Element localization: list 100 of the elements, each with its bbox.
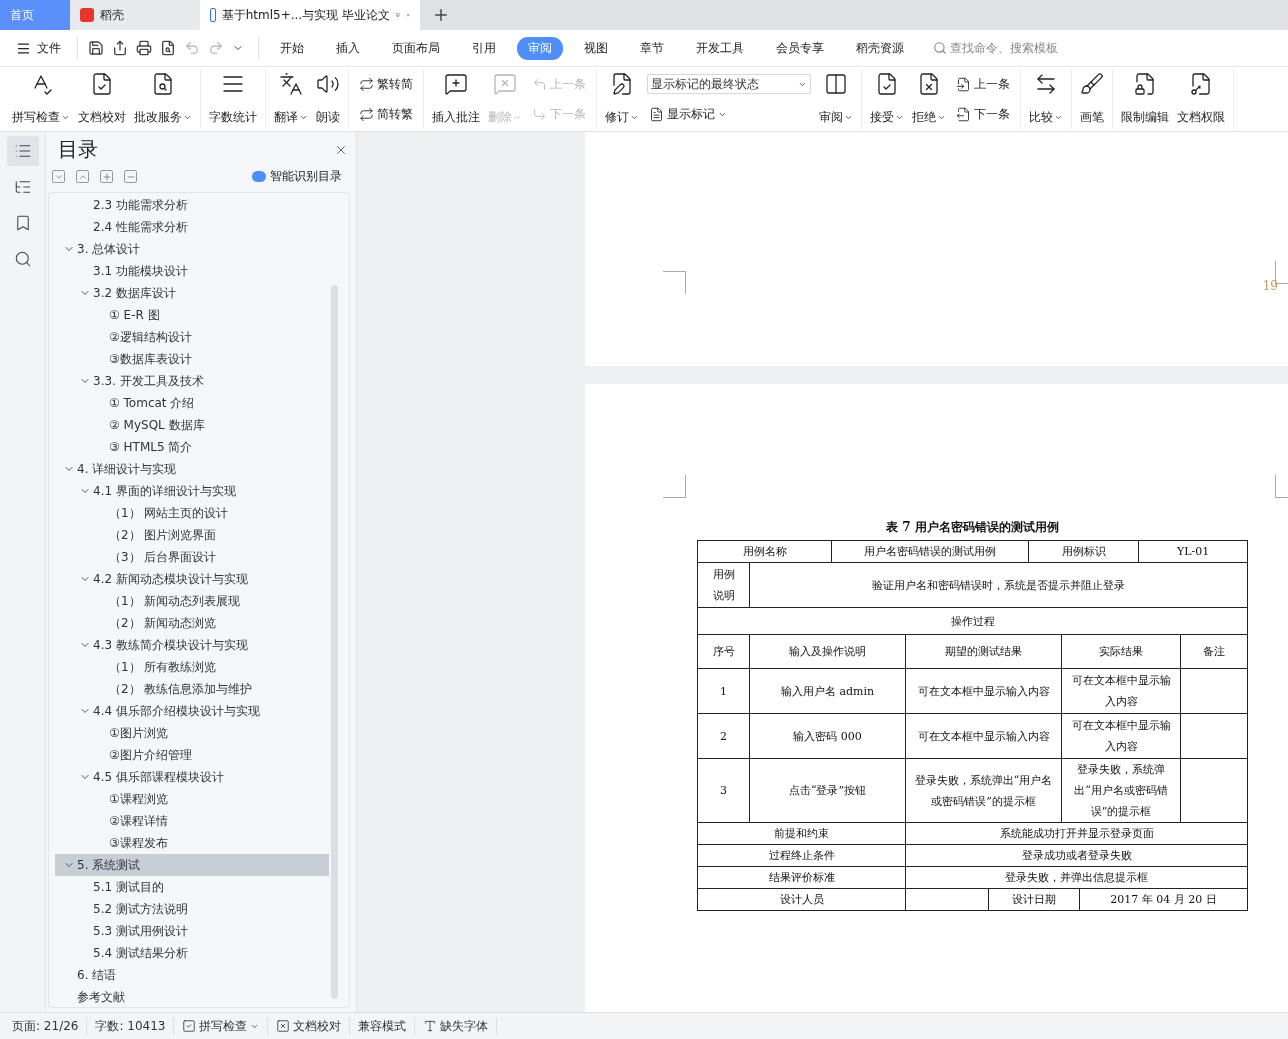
toc-item[interactable]: 4.3 教练简介模块设计与实现 bbox=[55, 634, 329, 656]
ribbon-button[interactable]: 拒绝 bbox=[908, 69, 950, 129]
search-icon bbox=[933, 41, 947, 55]
ribbon-button[interactable]: 限制编辑 bbox=[1117, 69, 1173, 129]
toc-item[interactable]: 3.1 功能模块设计 bbox=[55, 260, 329, 282]
ribbon-button[interactable]: 繁转简 bbox=[357, 74, 415, 94]
ribbon-button[interactable]: 下一条 bbox=[954, 104, 1012, 124]
toc-item[interactable]: 4.1 界面的详细设计与实现 bbox=[55, 480, 329, 502]
ribbon-tab[interactable]: 会员专享 bbox=[765, 36, 835, 60]
toc-item[interactable]: ① E-R 图 bbox=[55, 304, 329, 326]
toc-item[interactable]: （1） 网站主页的设计 bbox=[55, 502, 329, 524]
ribbon-button[interactable]: 翻译 bbox=[270, 69, 312, 129]
export-icon[interactable] bbox=[112, 40, 128, 56]
scrollbar-thumb[interactable] bbox=[331, 285, 338, 999]
caret-icon bbox=[1054, 113, 1063, 122]
collapse-icon[interactable] bbox=[76, 170, 89, 183]
markup-select[interactable]: 显示标记的最终状态 bbox=[647, 74, 811, 95]
document-tab[interactable]: 基于html5+...与实现 毕业论文 bbox=[200, 0, 420, 30]
ribbon-tab[interactable]: 开始 bbox=[269, 36, 315, 60]
toc-item[interactable]: （1） 所有教练浏览 bbox=[55, 656, 329, 678]
save-icon[interactable] bbox=[88, 40, 104, 56]
ribbon-tab[interactable]: 页面布局 bbox=[381, 36, 451, 60]
print-icon[interactable] bbox=[136, 40, 152, 56]
panel-title: 目录 bbox=[58, 136, 98, 163]
expand-icon[interactable] bbox=[52, 170, 65, 183]
ribbon-button[interactable]: 拼写检查 bbox=[8, 69, 74, 129]
ribbon-tab[interactable]: 插入 bbox=[325, 36, 371, 60]
toc-item[interactable]: ② MySQL 数据库 bbox=[55, 414, 329, 436]
smart-toc-button[interactable]: 智能识别目录 bbox=[246, 167, 348, 186]
toc-item[interactable]: 5.2 测试方法说明 bbox=[55, 898, 329, 920]
toc-item[interactable]: 4.2 新闻动态模块设计与实现 bbox=[55, 568, 329, 590]
ribbon-button[interactable]: 字数统计 bbox=[205, 69, 261, 129]
ribbon-button[interactable]: 画笔 bbox=[1076, 69, 1108, 129]
redo-icon[interactable] bbox=[208, 40, 224, 56]
document-out-icon bbox=[956, 106, 971, 122]
table-cell: 可在文本框中显示输入内容 bbox=[1061, 713, 1181, 759]
ribbon-button[interactable]: 显示标记 bbox=[647, 104, 811, 124]
undo-icon[interactable] bbox=[184, 40, 200, 56]
ribbon-button[interactable]: 审阅 bbox=[815, 69, 857, 129]
toc-item[interactable]: ③ HTML5 简介 bbox=[55, 436, 329, 458]
toc-item[interactable]: 4.4 俱乐部介绍模块设计与实现 bbox=[55, 700, 329, 722]
toc-item[interactable]: 4. 详细设计与实现 bbox=[55, 458, 329, 480]
toc-item[interactable]: ③数据库表设计 bbox=[55, 348, 329, 370]
status-item[interactable]: 文档校对 bbox=[268, 1017, 351, 1035]
toc-item[interactable]: ②逻辑结构设计 bbox=[55, 326, 329, 348]
toc-item[interactable]: ②课程详情 bbox=[55, 810, 329, 832]
status-item[interactable]: 兼容模式 bbox=[350, 1017, 416, 1035]
ribbon-tab[interactable]: 开发工具 bbox=[685, 36, 755, 60]
ribbon-tab[interactable]: 视图 bbox=[573, 36, 619, 60]
ribbon-button[interactable]: 文档校对 bbox=[74, 69, 130, 129]
toc-item[interactable]: 5.3 测试用例设计 bbox=[55, 920, 329, 942]
toc-item[interactable]: 2.3 功能需求分析 bbox=[55, 194, 329, 216]
toc-item[interactable]: 5.4 测试结果分析 bbox=[55, 942, 329, 964]
ribbon-tab[interactable]: 稻壳资源 bbox=[845, 36, 915, 60]
toc-item[interactable]: （2） 新闻动态浏览 bbox=[55, 612, 329, 634]
ribbon-button[interactable]: 上一条 bbox=[954, 74, 1012, 94]
toc-item[interactable]: ③课程发布 bbox=[55, 832, 329, 854]
toc-item[interactable]: （2） 图片浏览界面 bbox=[55, 524, 329, 546]
caret-icon bbox=[630, 113, 639, 122]
search-field[interactable]: 查找命令、搜索模板 bbox=[933, 39, 1058, 57]
status-item[interactable]: 页面: 21/26 bbox=[4, 1017, 88, 1035]
toc-icon[interactable] bbox=[6, 136, 39, 166]
toc-item[interactable]: 5. 系统测试 bbox=[55, 854, 329, 876]
ribbon-tab[interactable]: 章节 bbox=[629, 36, 675, 60]
toc-item[interactable]: ① Tomcat 介绍 bbox=[55, 392, 329, 414]
toc-item[interactable]: 4.5 俱乐部课程模块设计 bbox=[55, 766, 329, 788]
toc-item[interactable]: （1） 新闻动态列表展现 bbox=[55, 590, 329, 612]
new-tab-icon[interactable] bbox=[432, 6, 450, 24]
toc-item[interactable]: 2.4 性能需求分析 bbox=[55, 216, 329, 238]
file-menu[interactable]: 文件 bbox=[10, 39, 67, 57]
toc-item[interactable]: 参考文献 bbox=[55, 986, 329, 1007]
status-item[interactable]: 字数: 10413 bbox=[87, 1017, 175, 1035]
toc-item[interactable]: 3.2 数据库设计 bbox=[55, 282, 329, 304]
preview-icon[interactable] bbox=[160, 40, 176, 56]
toc-item[interactable]: ①课程浏览 bbox=[55, 788, 329, 810]
toc-item[interactable]: （3） 后台界面设计 bbox=[55, 546, 329, 568]
ribbon-button[interactable]: 修订 bbox=[601, 69, 643, 129]
crop-mark bbox=[1275, 475, 1288, 498]
toc-item[interactable]: 6. 结语 bbox=[55, 964, 329, 986]
ribbon-button[interactable]: 插入批注 bbox=[428, 69, 484, 129]
status-item[interactable]: 拼写检查 bbox=[174, 1017, 269, 1035]
plus-icon[interactable] bbox=[100, 170, 113, 183]
page-number: 19 bbox=[1262, 279, 1278, 293]
toc-item[interactable]: 3. 总体设计 bbox=[55, 238, 329, 260]
document-tab[interactable]: 稻壳 bbox=[70, 0, 200, 30]
ribbon-button[interactable]: 简转繁 bbox=[357, 104, 415, 124]
toc-item[interactable]: ①图片浏览 bbox=[55, 722, 329, 744]
ribbon-tab[interactable]: 引用 bbox=[461, 36, 507, 60]
ribbon-button[interactable]: 接受 bbox=[866, 69, 908, 129]
ribbon-button[interactable]: 比较 bbox=[1025, 69, 1067, 129]
minus-icon[interactable] bbox=[124, 170, 137, 183]
toc-item[interactable]: 5.1 测试目的 bbox=[55, 876, 329, 898]
toc-item[interactable]: 3.3. 开发工具及技术 bbox=[55, 370, 329, 392]
ribbon-button[interactable]: 批改服务 bbox=[130, 69, 196, 129]
status-item[interactable]: 缺失字体 bbox=[415, 1017, 498, 1035]
toc-item[interactable]: ②图片介绍管理 bbox=[55, 744, 329, 766]
toc-item[interactable]: （2） 教练信息添加与维护 bbox=[55, 678, 329, 700]
ribbon-button[interactable]: 文档权限 bbox=[1173, 69, 1229, 129]
ribbon-button[interactable]: 朗读 bbox=[312, 69, 344, 129]
caret-icon bbox=[61, 113, 70, 122]
